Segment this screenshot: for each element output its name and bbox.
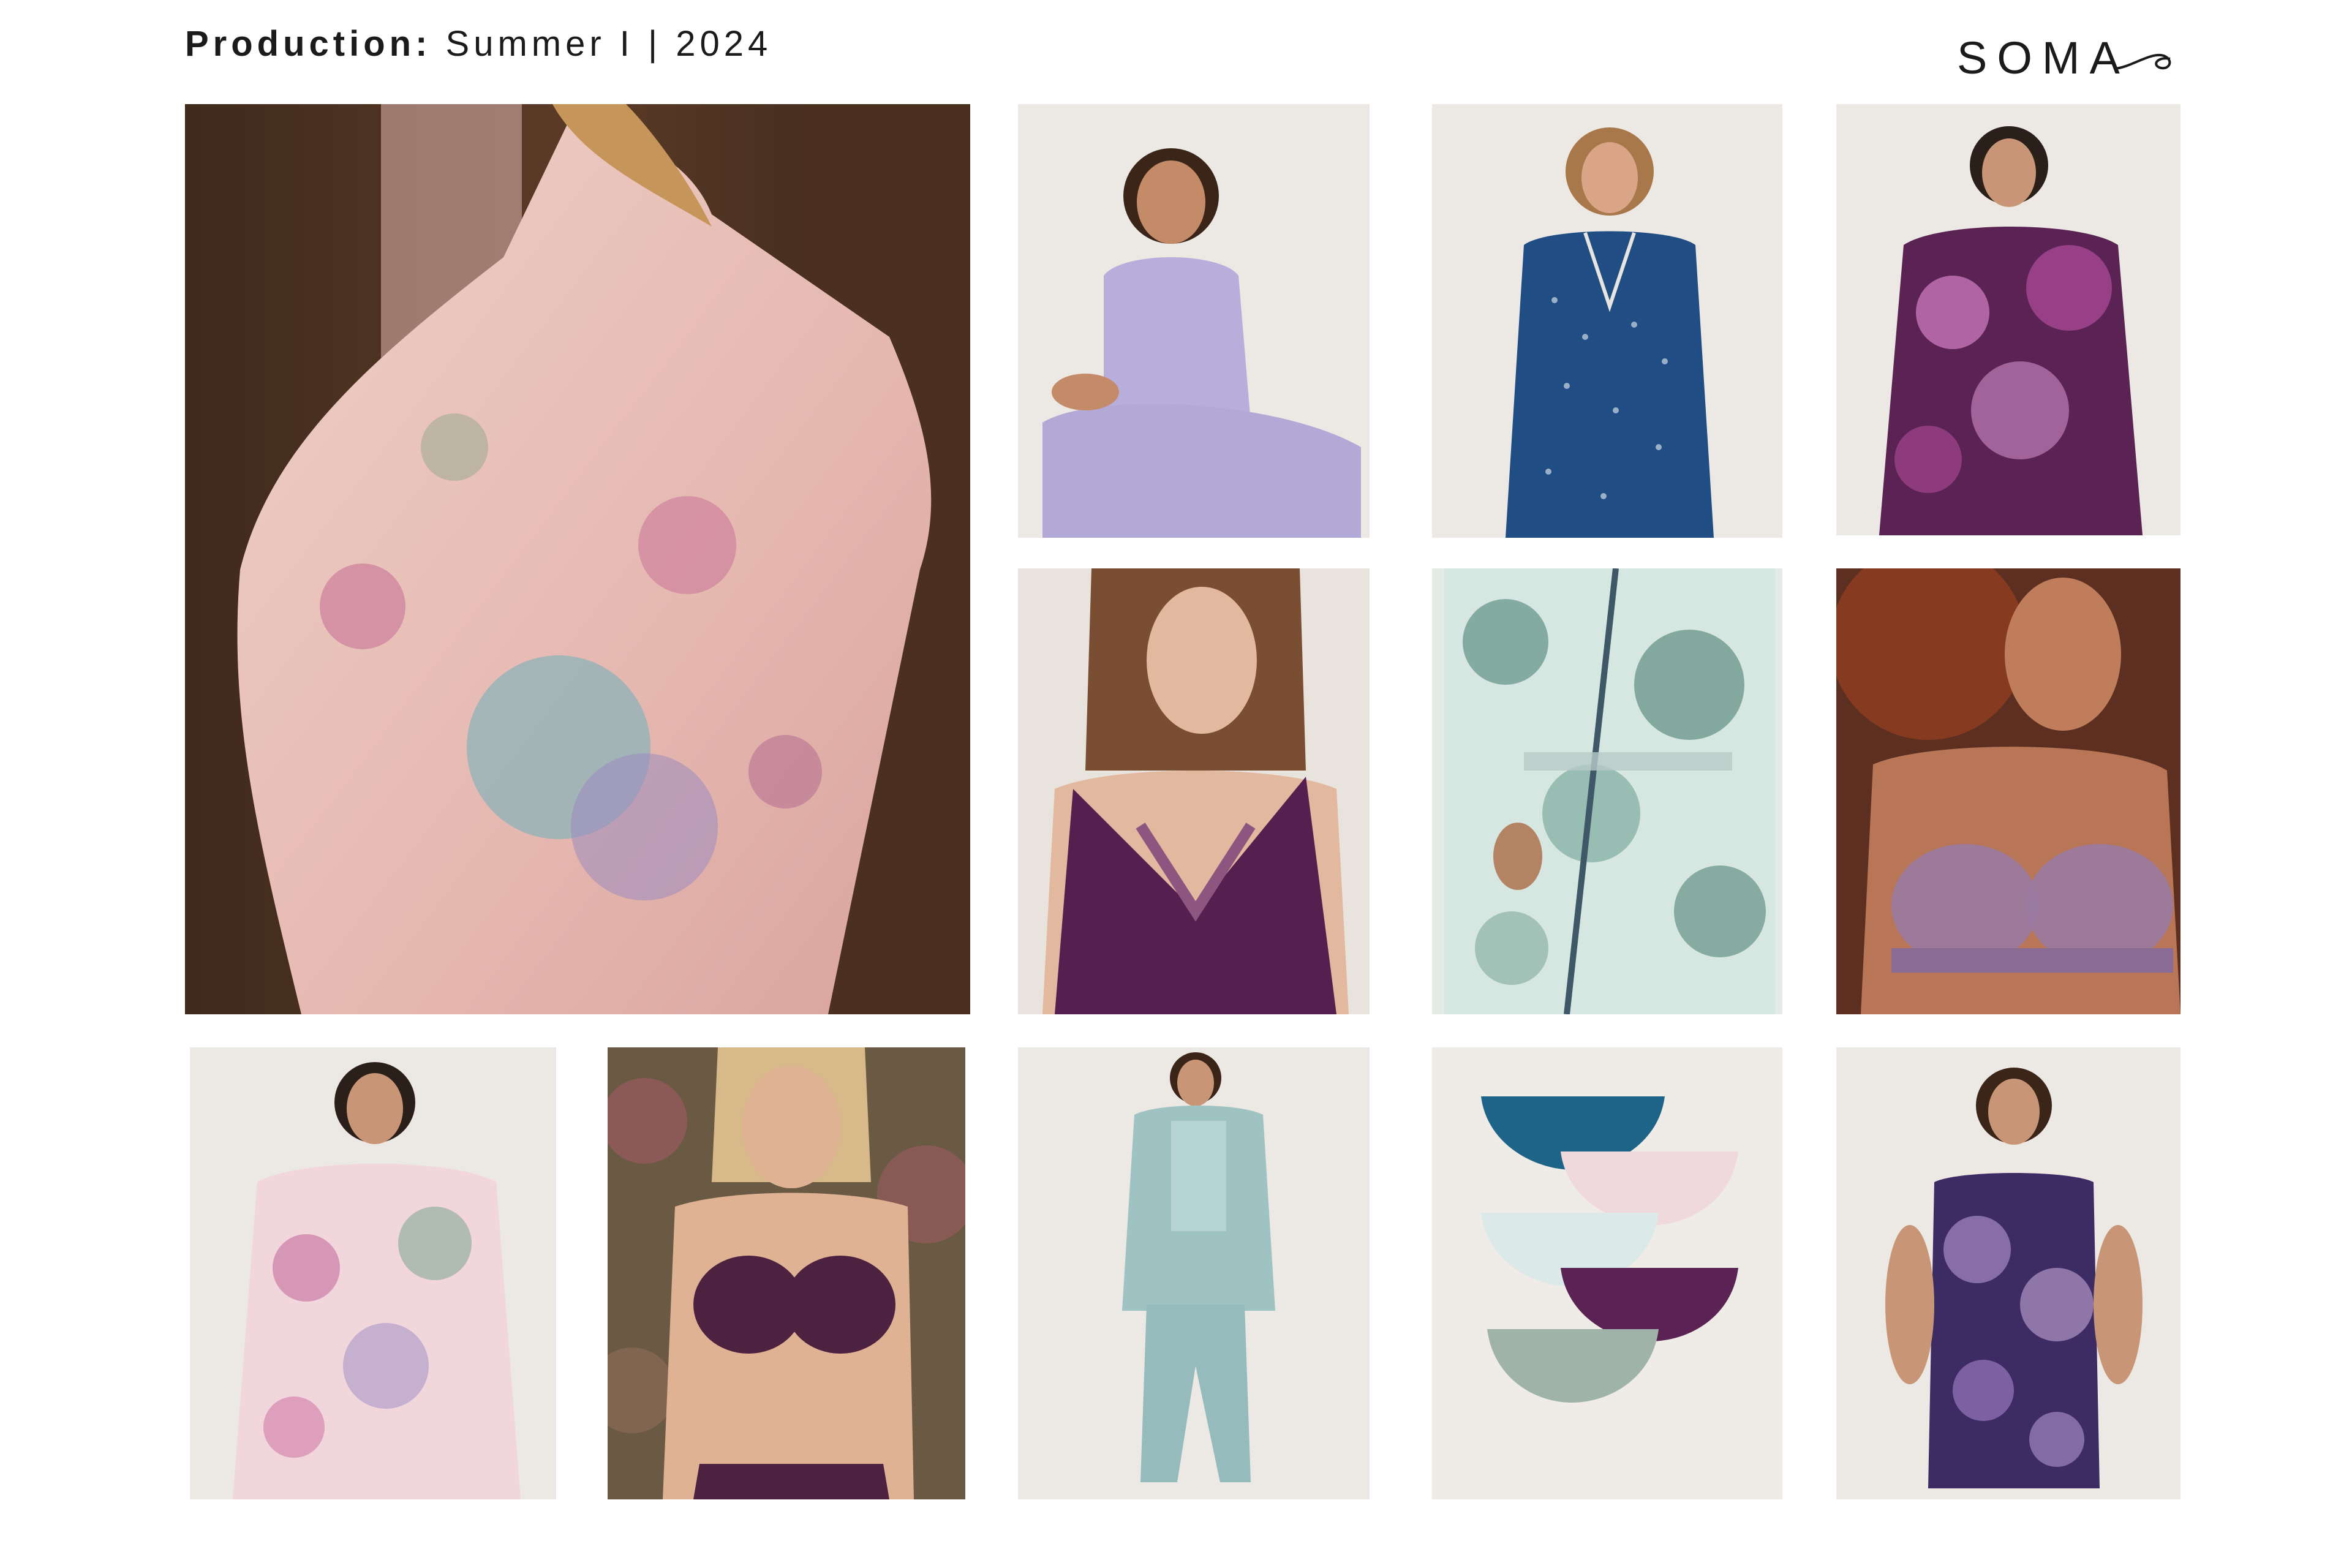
photo-floral-satin-robe xyxy=(185,104,970,1014)
season-label: Summer I | 2024 xyxy=(445,24,772,64)
photo-plum-lace-chemise xyxy=(1018,568,1370,1014)
photo-purple-floral-shirt xyxy=(1836,104,2180,535)
photo-paisley-cami-short-set xyxy=(1836,1047,2180,1499)
photo-teal-satin-set xyxy=(1018,1047,1370,1499)
photo-plum-lace-bra-set xyxy=(608,1047,965,1499)
photo-panty-stack xyxy=(1432,1047,1782,1499)
photo-lavender-lace-bra xyxy=(1836,568,2180,1014)
photo-pink-floral-shirt xyxy=(190,1047,556,1499)
production-title: Production: Summer I | 2024 xyxy=(185,23,772,64)
photo-toile-wrap-robe xyxy=(1432,568,1782,1014)
photo-navy-dot-pajama xyxy=(1432,104,1782,538)
logo-swirl-icon xyxy=(2114,54,2171,70)
photo-lavender-tank-set xyxy=(1018,104,1370,538)
production-label: Production: xyxy=(185,24,432,64)
soma-logo: SOMA xyxy=(1957,32,2177,83)
